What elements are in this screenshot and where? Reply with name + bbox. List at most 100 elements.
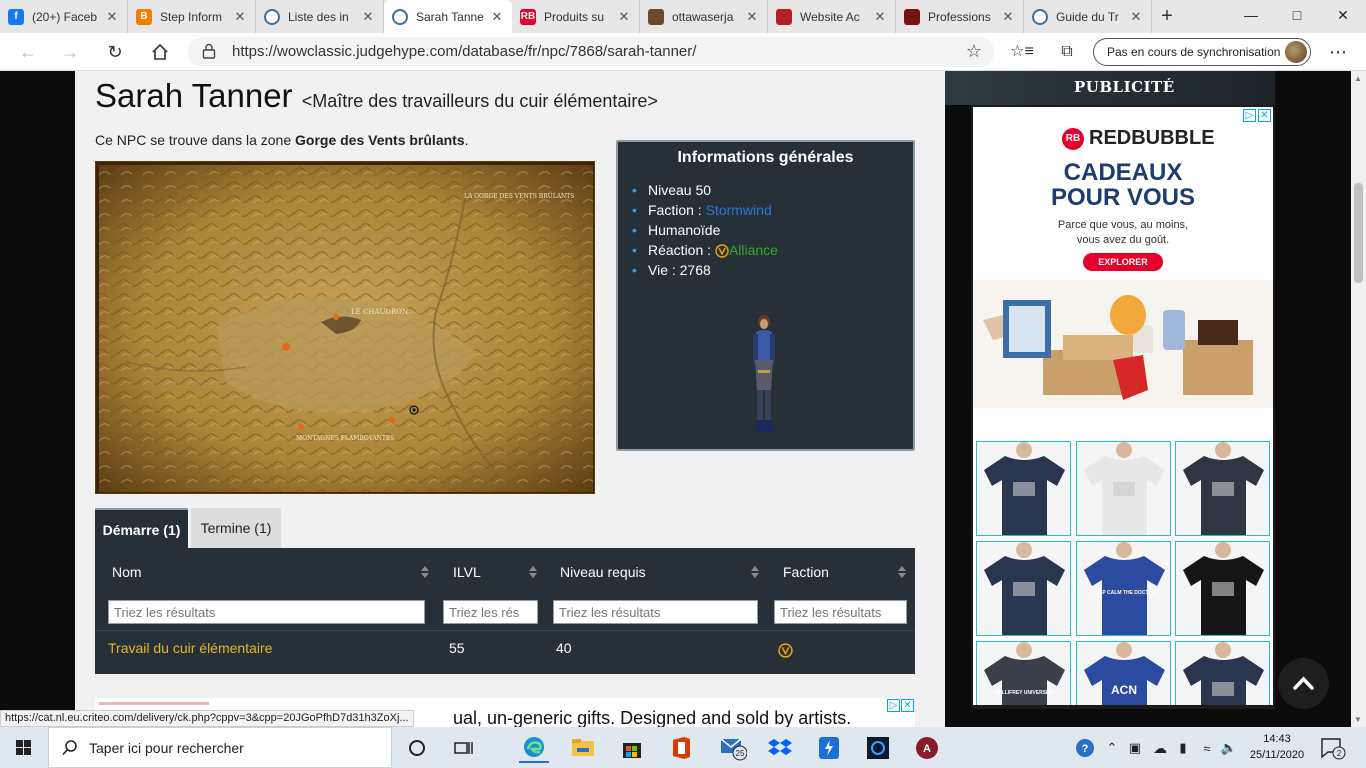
column-header-name[interactable]: Nom (112, 548, 142, 596)
minimize-button[interactable]: — (1228, 0, 1274, 33)
task-view-button[interactable] (449, 733, 479, 763)
page-scrollbar[interactable]: ▲ ▼ (1351, 71, 1366, 727)
settings-menu-button[interactable]: ⋯ (1324, 39, 1352, 65)
browser-tab[interactable]: ottawaserja ✕ (640, 0, 768, 33)
filter-name-input[interactable] (108, 600, 425, 624)
product-tile[interactable] (976, 541, 1071, 636)
info-level: Niveau 50 (632, 180, 913, 200)
app-a[interactable]: A (912, 733, 942, 763)
browser-tab[interactable]: Professions ✕ (896, 0, 1024, 33)
zone-link[interactable]: Gorge des Vents brûlants (295, 132, 465, 148)
collections-button[interactable]: ⧉ (1053, 39, 1081, 65)
clock[interactable]: 14:43 25/11/2020 (1248, 731, 1306, 763)
product-tile[interactable]: ACN (1076, 641, 1171, 705)
bolt-app[interactable] (814, 733, 844, 763)
product-tile[interactable] (1175, 441, 1270, 536)
ad-close-icon[interactable]: ✕ (901, 699, 914, 712)
battlenet-app[interactable] (863, 733, 893, 763)
dropbox-app[interactable] (765, 733, 795, 763)
taskbar-search[interactable]: Taper ici pour rechercher (48, 727, 392, 768)
windows-icon (16, 740, 31, 755)
browser-tab[interactable]: Guide du Tr ✕ (1024, 0, 1152, 33)
search-placeholder: Taper ici pour rechercher (89, 740, 244, 756)
forward-button[interactable]: → (56, 39, 84, 65)
close-tab-icon[interactable]: ✕ (105, 9, 119, 25)
column-header-level[interactable]: Niveau requis (560, 548, 646, 596)
close-window-button[interactable]: ✕ (1320, 0, 1366, 33)
office-app[interactable] (666, 733, 696, 763)
close-tab-icon[interactable]: ✕ (617, 9, 631, 25)
file-explorer-app[interactable] (568, 733, 598, 763)
edge-app[interactable] (519, 733, 549, 763)
info-panel: Informations générales Niveau 50 Faction… (616, 140, 915, 451)
close-tab-icon[interactable]: ✕ (873, 9, 887, 25)
close-tab-icon[interactable]: ✕ (1001, 9, 1015, 25)
redbubble-ad[interactable]: ▷ ✕ RB REDBUBBLE CADEAUX POUR VOUS Parce… (973, 107, 1273, 705)
home-button[interactable] (146, 39, 174, 65)
column-header-faction[interactable]: Faction (783, 548, 829, 596)
tab-ends[interactable]: Termine (1) (191, 508, 281, 548)
help-tray-icon[interactable]: ? (1070, 733, 1100, 763)
sort-icon[interactable] (420, 565, 430, 579)
product-tile[interactable]: GALLIFREY UNIVERSITY (976, 641, 1071, 705)
browser-tab[interactable]: Sarah Tanne ✕ (384, 0, 512, 33)
alliance-icon (715, 244, 729, 258)
scroll-down-icon[interactable]: ▼ (1354, 715, 1362, 724)
browser-tab[interactable]: f (20+) Faceb ✕ (0, 0, 128, 33)
explore-button[interactable]: EXPLORER (1083, 253, 1163, 271)
product-tile[interactable] (1076, 441, 1171, 536)
refresh-button[interactable]: ↻ (101, 39, 129, 65)
product-tile[interactable] (976, 441, 1071, 536)
product-tile[interactable] (1175, 541, 1270, 636)
sort-icon[interactable] (750, 565, 760, 579)
sort-icon[interactable] (897, 565, 907, 579)
browser-tab[interactable]: B Step Inform ✕ (128, 0, 256, 33)
address-bar[interactable]: https://wowclassic.judgehype.com/databas… (188, 37, 994, 67)
sort-icon[interactable] (528, 565, 538, 579)
close-tab-icon[interactable]: ✕ (745, 9, 759, 25)
faction-link[interactable]: Stormwind (706, 202, 772, 218)
back-button[interactable]: ← (14, 39, 42, 65)
new-tab-button[interactable]: + (1152, 0, 1182, 33)
ad-close-icon[interactable]: ✕ (1258, 109, 1271, 122)
sync-label: Pas en cours de synchronisation (1107, 45, 1281, 59)
cortana-button[interactable] (402, 733, 432, 763)
tshirt-graphic (1212, 582, 1234, 596)
scroll-up-icon[interactable]: ▲ (1354, 74, 1362, 83)
adchoices-icon[interactable]: ▷ (1243, 109, 1256, 122)
mail-app[interactable]: 25 (718, 733, 748, 763)
column-header-ilvl[interactable]: ILVL (453, 548, 481, 596)
filter-ilvl-input[interactable] (443, 600, 538, 624)
tshirt-graphic (1212, 482, 1234, 496)
ad-title-line: POUR VOUS (1050, 184, 1196, 211)
close-tab-icon[interactable]: ✕ (361, 9, 375, 25)
favorites-button[interactable]: ☆≡ (1008, 39, 1036, 65)
quest-link[interactable]: Travail du cuir élémentaire (108, 640, 272, 656)
product-tile[interactable] (1175, 641, 1270, 705)
dropbox-icon (768, 739, 792, 755)
profile-sync-button[interactable]: Pas en cours de synchronisation (1093, 38, 1311, 66)
close-tab-icon[interactable]: ✕ (233, 9, 247, 25)
office-icon (673, 737, 690, 759)
maximize-button[interactable]: □ (1274, 0, 1320, 33)
start-button[interactable] (0, 727, 48, 768)
close-tab-icon[interactable]: ✕ (490, 9, 504, 25)
notification-button[interactable]: 2 (1320, 736, 1346, 760)
volume-icon[interactable]: 🔈 (1214, 733, 1244, 763)
zone-map[interactable]: LE CHAUDRON MONTAGNES FLAMBOYANTES LA GO… (95, 161, 595, 494)
tshirt-shape (984, 656, 1065, 705)
store-app[interactable] (617, 733, 647, 763)
product-tile[interactable]: KEEP CALM THE DOCTOR (1076, 541, 1171, 636)
browser-tab[interactable]: Website Ac ✕ (768, 0, 896, 33)
back-to-top-button[interactable] (1278, 658, 1329, 709)
filter-level-input[interactable] (553, 600, 758, 624)
filter-faction-input[interactable] (774, 600, 907, 624)
close-tab-icon[interactable]: ✕ (1129, 9, 1143, 25)
favorite-star-icon[interactable]: ☆ (966, 41, 982, 62)
scroll-thumb[interactable] (1354, 183, 1363, 283)
browser-tab[interactable]: Liste des in ✕ (256, 0, 384, 33)
ad-subtitle-line: vous avez du goût. (1076, 234, 1170, 246)
adchoices-icon[interactable]: ▷ (887, 699, 900, 712)
tab-starts[interactable]: Démarre (1) (95, 508, 188, 548)
browser-tab[interactable]: RB Produits su ✕ (512, 0, 640, 33)
